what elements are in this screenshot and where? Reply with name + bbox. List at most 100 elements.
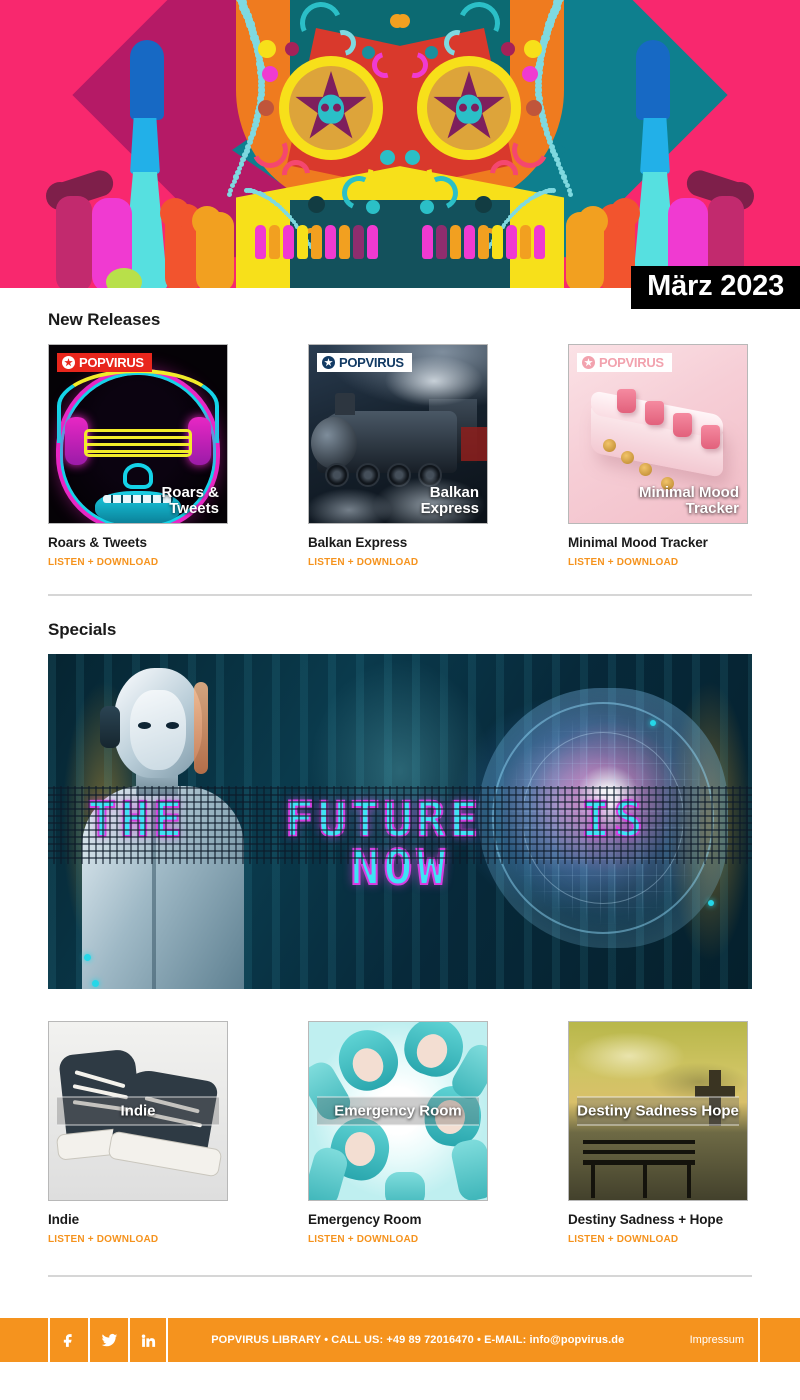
special-title: Destiny Sadness + Hope bbox=[568, 1212, 723, 1227]
confetti-dot bbox=[501, 42, 515, 56]
star-icon bbox=[322, 356, 335, 369]
social-links bbox=[48, 1318, 168, 1362]
confetti-dot bbox=[308, 196, 325, 213]
popvirus-badge-label: POPVIRUS bbox=[79, 355, 144, 370]
listen-download-link[interactable]: LISTEN + DOWNLOAD bbox=[568, 1234, 748, 1245]
special-card: Indie Indie LISTEN + DOWNLOAD bbox=[48, 1021, 228, 1245]
skull-half-right bbox=[400, 0, 800, 288]
cover-caption-line: Minimal Mood bbox=[639, 483, 739, 501]
newsletter-page: März 2023 New Releases POPVIRUS Roars & … bbox=[0, 0, 800, 1400]
cover-caption: Roars & Tweets bbox=[161, 483, 219, 517]
confetti-dot bbox=[526, 100, 542, 116]
confetti-dot bbox=[285, 42, 299, 56]
confetti-dot bbox=[524, 40, 542, 58]
listen-download-link[interactable]: LISTEN + DOWNLOAD bbox=[48, 557, 228, 568]
skull-half-left bbox=[0, 0, 400, 288]
release-card: POPVIRUS Balkan Express Balkan Express L… bbox=[308, 344, 488, 568]
twitter-icon[interactable] bbox=[88, 1318, 128, 1362]
banner-word: THE bbox=[86, 792, 187, 848]
facebook-icon[interactable] bbox=[48, 1318, 88, 1362]
album-cover-roars-tweets[interactable]: POPVIRUS Roars & Tweets bbox=[48, 344, 228, 524]
cover-caption: Destiny Sadness Hope bbox=[577, 1096, 739, 1126]
accent-dot bbox=[92, 980, 99, 987]
accent-dot bbox=[708, 900, 714, 906]
star-icon bbox=[582, 356, 595, 369]
bone-pillar bbox=[636, 40, 670, 120]
cover-caption: Minimal Mood Tracker bbox=[639, 483, 739, 517]
main-content: New Releases POPVIRUS Roars & Tweets Roa… bbox=[0, 310, 800, 1277]
confetti-dot bbox=[405, 150, 420, 165]
album-cover-minimal-mood-tracker[interactable]: POPVIRUS Minimal Mood Tracker bbox=[568, 344, 748, 524]
listen-download-link[interactable]: LISTEN + DOWNLOAD bbox=[308, 557, 488, 568]
special-card: Destiny Sadness Hope Destiny Sadness + H… bbox=[568, 1021, 748, 1245]
skull-teeth bbox=[255, 225, 378, 259]
bone-knob bbox=[192, 206, 222, 236]
star-medallion bbox=[279, 56, 383, 160]
site-footer: POPVIRUS LIBRARY • CALL US: +49 89 72016… bbox=[0, 1318, 800, 1362]
album-cover-emergency-room[interactable]: Emergency Room bbox=[308, 1021, 488, 1201]
star-icon bbox=[62, 356, 75, 369]
popvirus-badge: POPVIRUS bbox=[577, 353, 672, 372]
cover-caption-line: Express bbox=[420, 499, 479, 517]
popvirus-badge: POPVIRUS bbox=[57, 353, 152, 372]
skull-teeth bbox=[422, 225, 545, 259]
album-cover-destiny-sadness-hope[interactable]: Destiny Sadness Hope bbox=[568, 1021, 748, 1201]
confetti-dot bbox=[380, 150, 395, 165]
cover-caption-line: Roars & bbox=[161, 483, 219, 501]
bone-knob bbox=[160, 198, 190, 228]
mini-skull-icon bbox=[456, 94, 482, 124]
popvirus-badge-label: POPVIRUS bbox=[339, 355, 404, 370]
new-releases-grid: POPVIRUS Roars & Tweets Roars & Tweets L… bbox=[48, 344, 752, 568]
confetti-dot bbox=[366, 200, 380, 214]
section-title-new-releases: New Releases bbox=[48, 310, 161, 329]
listen-download-link[interactable]: LISTEN + DOWNLOAD bbox=[568, 557, 748, 568]
release-card: POPVIRUS Roars & Tweets Roars & Tweets L… bbox=[48, 344, 228, 568]
footer-info: POPVIRUS LIBRARY • CALL US: +49 89 72016… bbox=[211, 1334, 625, 1346]
bone-pillar bbox=[640, 118, 670, 174]
section-title-specials: Specials bbox=[48, 620, 117, 639]
section-divider bbox=[48, 1275, 752, 1277]
confetti-dot bbox=[258, 40, 276, 58]
confetti-dot bbox=[262, 66, 278, 82]
bone-pillar bbox=[130, 118, 160, 174]
accent-dot bbox=[650, 720, 656, 726]
cover-caption-line: Tweets bbox=[169, 499, 219, 517]
linkedin-icon[interactable] bbox=[128, 1318, 168, 1362]
release-title: Balkan Express bbox=[308, 535, 408, 550]
bone-pillar bbox=[130, 40, 164, 120]
cover-caption-line: Balkan bbox=[429, 483, 479, 501]
album-cover-balkan-express[interactable]: POPVIRUS Balkan Express bbox=[308, 344, 488, 524]
confetti-dot bbox=[390, 14, 400, 28]
banner-word: FUTURE bbox=[284, 792, 483, 848]
confetti-dot bbox=[258, 100, 274, 116]
cover-caption: Indie bbox=[57, 1096, 219, 1126]
confetti-dot bbox=[425, 46, 438, 59]
cover-caption: Balkan Express bbox=[420, 483, 479, 517]
release-title: Roars & Tweets bbox=[48, 535, 147, 550]
special-title: Emergency Room bbox=[308, 1212, 422, 1227]
imprint-link[interactable]: Impressum bbox=[660, 1318, 760, 1362]
banner-word: IS bbox=[580, 792, 647, 848]
confetti-dot bbox=[475, 196, 492, 213]
confetti-dot bbox=[362, 46, 375, 59]
bone-knob bbox=[578, 206, 608, 236]
accent-dot bbox=[84, 954, 91, 961]
cover-caption-line: Tracker bbox=[685, 499, 739, 517]
bone-knob bbox=[106, 268, 142, 288]
confetti-dot bbox=[522, 66, 538, 82]
release-title: Minimal Mood Tracker bbox=[568, 535, 708, 550]
popvirus-badge-label: POPVIRUS bbox=[599, 355, 664, 370]
specials-hero-banner[interactable]: THE FUTURE IS NOW bbox=[48, 654, 752, 989]
listen-download-link[interactable]: LISTEN + DOWNLOAD bbox=[48, 1234, 228, 1245]
popvirus-badge: POPVIRUS bbox=[317, 353, 412, 372]
specials-grid: Indie Indie LISTEN + DOWNLOAD Emergency … bbox=[48, 1021, 752, 1245]
medallion-inner bbox=[427, 66, 511, 150]
mini-skull-icon bbox=[318, 94, 344, 124]
special-title: Indie bbox=[48, 1212, 80, 1227]
banner-headline: THE FUTURE IS NOW bbox=[48, 792, 752, 893]
medallion-inner bbox=[289, 66, 373, 150]
cover-caption: Emergency Room bbox=[317, 1096, 479, 1126]
release-card: POPVIRUS Minimal Mood Tracker Minimal Mo… bbox=[568, 344, 748, 568]
album-cover-indie[interactable]: Indie bbox=[48, 1021, 228, 1201]
listen-download-link[interactable]: LISTEN + DOWNLOAD bbox=[308, 1234, 488, 1245]
